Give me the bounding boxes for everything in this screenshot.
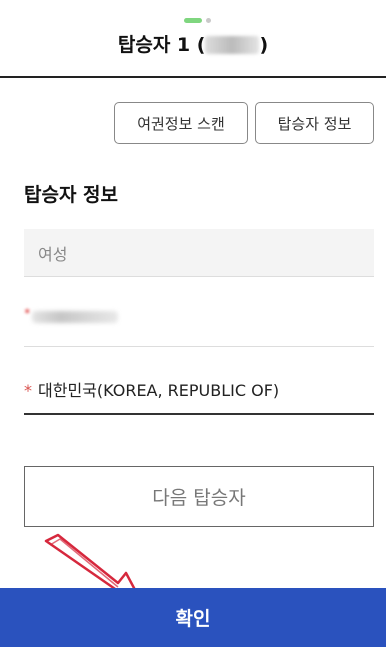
redacted-name <box>205 36 260 54</box>
required-mark: * <box>24 381 32 400</box>
passenger-info-button[interactable]: 탑승자 정보 <box>255 102 374 144</box>
nationality-field[interactable]: * 대한민국(KOREA, REPUBLIC OF) <box>24 363 374 415</box>
next-passenger-button[interactable]: 다음 탑승자 <box>24 466 374 527</box>
redacted-value <box>32 311 118 323</box>
title-suffix: ) <box>259 34 269 56</box>
header: 탑승자 1 () <box>0 0 386 78</box>
page-title: 탑승자 1 () <box>0 30 386 57</box>
passport-scan-button[interactable]: 여권정보 스캔 <box>114 102 248 144</box>
step-dot-active <box>184 18 202 23</box>
nationality-value: 대한민국(KOREA, REPUBLIC OF) <box>38 381 280 400</box>
step-dot <box>206 18 211 23</box>
confirm-button[interactable]: 확인 <box>0 588 386 647</box>
step-indicator <box>184 18 211 23</box>
name-field[interactable]: * <box>24 293 374 347</box>
gender-field[interactable]: 여성 <box>24 229 374 277</box>
title-prefix: 탑승자 1 ( <box>117 34 206 56</box>
required-mark: * <box>24 307 31 322</box>
section-title: 탑승자 정보 <box>24 184 119 206</box>
